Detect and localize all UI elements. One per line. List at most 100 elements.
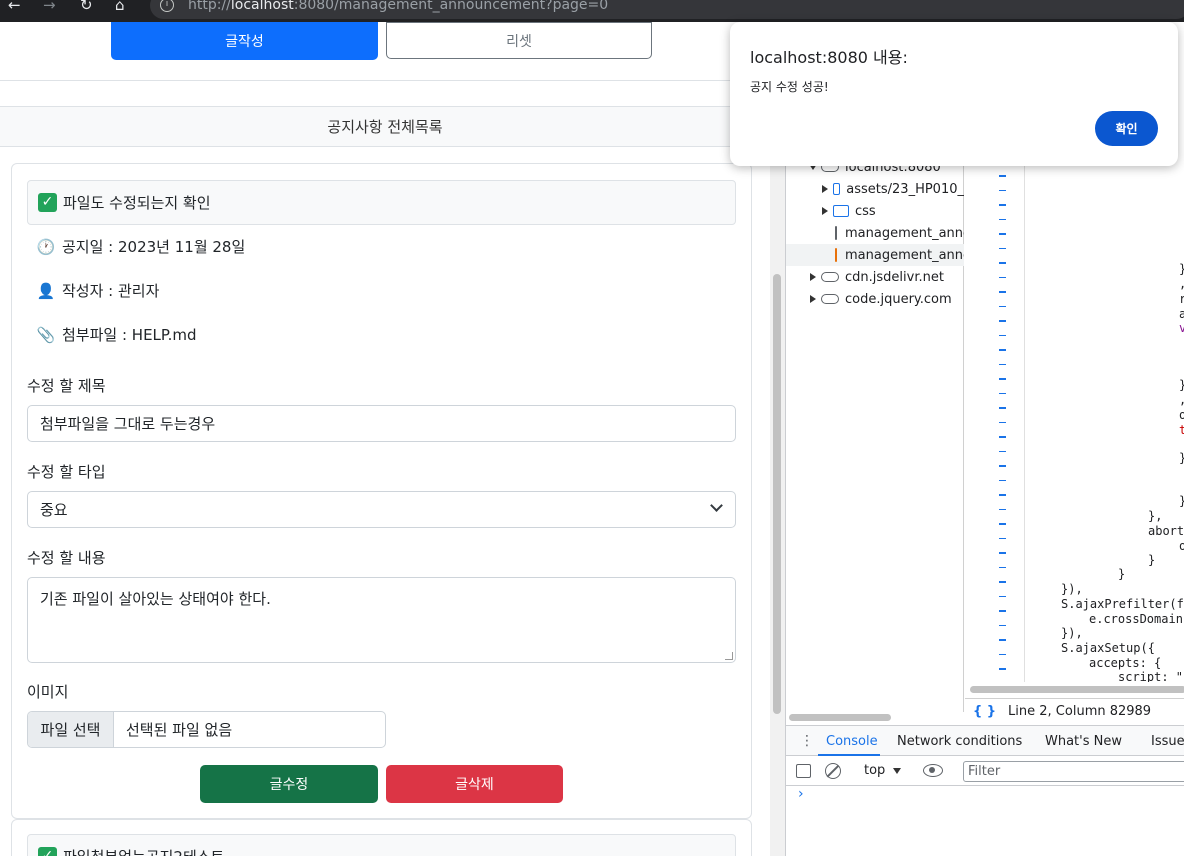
write-button[interactable]: 글작성 [111,22,378,60]
resize-handle-icon[interactable] [725,652,733,660]
pretty-print-icon[interactable]: { } [973,704,996,719]
edit-title-input[interactable]: 첨부파일을 그대로 두는경우 [27,405,736,442]
tree-item-jquery[interactable]: code.jquery.com [786,288,964,310]
edit-type-label: 수정 할 타입 [27,463,106,481]
code-line: }), [1061,582,1083,596]
tree-item-assets[interactable]: assets/23_HP010_ [786,178,964,200]
ok-button[interactable]: 확인 [1095,111,1158,146]
tree-item-file-1[interactable]: management_anno [786,222,964,244]
change-marker [999,262,1006,264]
change-marker [999,450,1006,452]
console-prompt[interactable]: › [798,786,804,802]
code-line: } [1179,451,1184,465]
list-title: 공지사항 전체목록 [0,106,770,147]
sidebar-toggle-icon[interactable] [796,764,811,778]
expand-arrow-icon[interactable] [810,273,816,281]
delete-button[interactable]: 글삭제 [386,765,563,803]
tree-item-label: management_anno [845,247,964,263]
change-marker [999,291,1006,293]
tree-scrollbar[interactable] [789,714,891,721]
code-line: } [1179,378,1184,392]
context-select[interactable]: top [864,763,885,778]
change-marker [999,334,1006,336]
home-icon[interactable]: ⌂ [115,0,125,14]
code-line: v [1179,321,1184,335]
post-date: 🕐 공지일 : 2023년 11월 28일 [36,236,246,257]
back-icon[interactable]: ← [8,0,21,14]
file-select-button[interactable]: 파일 선택 [28,712,114,747]
change-marker [999,581,1006,583]
caret-down-icon[interactable] [893,768,901,774]
post-date-text: 공지일 : 2023년 11월 28일 [62,238,246,256]
forward-icon[interactable]: → [43,0,56,14]
eye-icon[interactable] [923,764,943,777]
post-title-box: ✓ 파일도 수정되는지 확인 [27,180,736,225]
next-post-title: 파일첨부없는공지2테스트 [63,846,224,856]
reset-button[interactable]: 리셋 [386,22,652,59]
file-icon [835,248,837,262]
code-line: } [1148,553,1156,567]
code-line: } [1179,262,1184,276]
chevron-down-icon [710,499,723,512]
dialog-message: 공지 수정 성공! [750,80,829,94]
code-line: t [1179,423,1184,437]
clear-console-icon[interactable] [825,763,841,779]
expand-arrow-icon[interactable] [810,295,816,303]
filter-placeholder: Filter [968,764,1001,779]
expand-arrow-icon[interactable] [822,207,828,215]
tree-item-jsdelivr[interactable]: cdn.jsdelivr.net [786,266,964,288]
edit-content-textarea[interactable]: 기존 파일이 살아있는 상태여야 한다. [27,577,736,663]
change-marker [999,436,1006,438]
tree-item-label: css [855,203,876,219]
change-marker [999,407,1006,409]
code-line: , [1179,393,1184,407]
tree-item-file-2[interactable]: management_anno [786,244,964,266]
change-marker [999,465,1006,467]
tab-console[interactable]: Console [826,734,878,749]
tree-item-label: code.jquery.com [845,291,952,307]
reload-icon[interactable]: ↻ [80,0,93,14]
change-marker [999,508,1006,510]
scrollbar-thumb[interactable] [773,274,781,714]
code-line: } [1118,567,1126,581]
tab-issues[interactable]: Issues [1151,734,1184,749]
post-attachment: 📎 첨부파일 : HELP.md [36,324,197,345]
edit-button[interactable]: 글수정 [200,765,378,803]
edit-title-value: 첨부파일을 그대로 두는경우 [40,415,216,433]
filter-input[interactable]: Filter [963,761,1184,782]
image-label: 이미지 [27,683,69,701]
change-marker [999,668,1006,670]
change-marker [999,276,1006,278]
post-attachment-text: 첨부파일 : HELP.md [62,326,197,344]
address-bar[interactable]: i http://localhost:8080/management_annou… [150,0,1184,19]
cloud-icon [821,294,839,304]
tree-item-css[interactable]: css [786,200,964,222]
code-scrollbar[interactable] [970,686,1184,693]
file-name-text: 선택된 파일 없음 [126,721,233,739]
code-line: r [1179,292,1184,306]
change-marker [999,494,1006,496]
file-input[interactable]: 파일 선택 선택된 파일 없음 [27,711,386,748]
file-icon [835,226,837,240]
site-info-icon[interactable]: i [160,0,174,12]
edit-type-select[interactable]: 중요 [27,491,736,528]
tab-network-conditions[interactable]: Network conditions [897,734,1022,749]
code-line: a [1179,307,1184,321]
change-marker [999,363,1006,365]
post-title: 파일도 수정되는지 확인 [63,194,211,212]
post-author-text: 작성자 : 관리자 [62,282,160,300]
code-line: }), [1061,626,1083,640]
edit-content-label: 수정 할 내용 [27,549,106,567]
change-marker [999,218,1006,220]
console-toolbar: top Filter [786,756,1184,786]
code-line: o [1179,408,1184,422]
tab-whats-new[interactable]: What's New [1045,734,1122,749]
expand-arrow-icon[interactable] [822,185,828,193]
paperclip-icon: 📎 [36,325,56,344]
cloud-icon [821,272,839,282]
change-marker [999,305,1006,307]
check-icon: ✓ [38,193,57,212]
change-marker [999,233,1006,235]
more-options-icon[interactable]: ⋮ [800,733,814,749]
change-marker [999,189,1006,191]
